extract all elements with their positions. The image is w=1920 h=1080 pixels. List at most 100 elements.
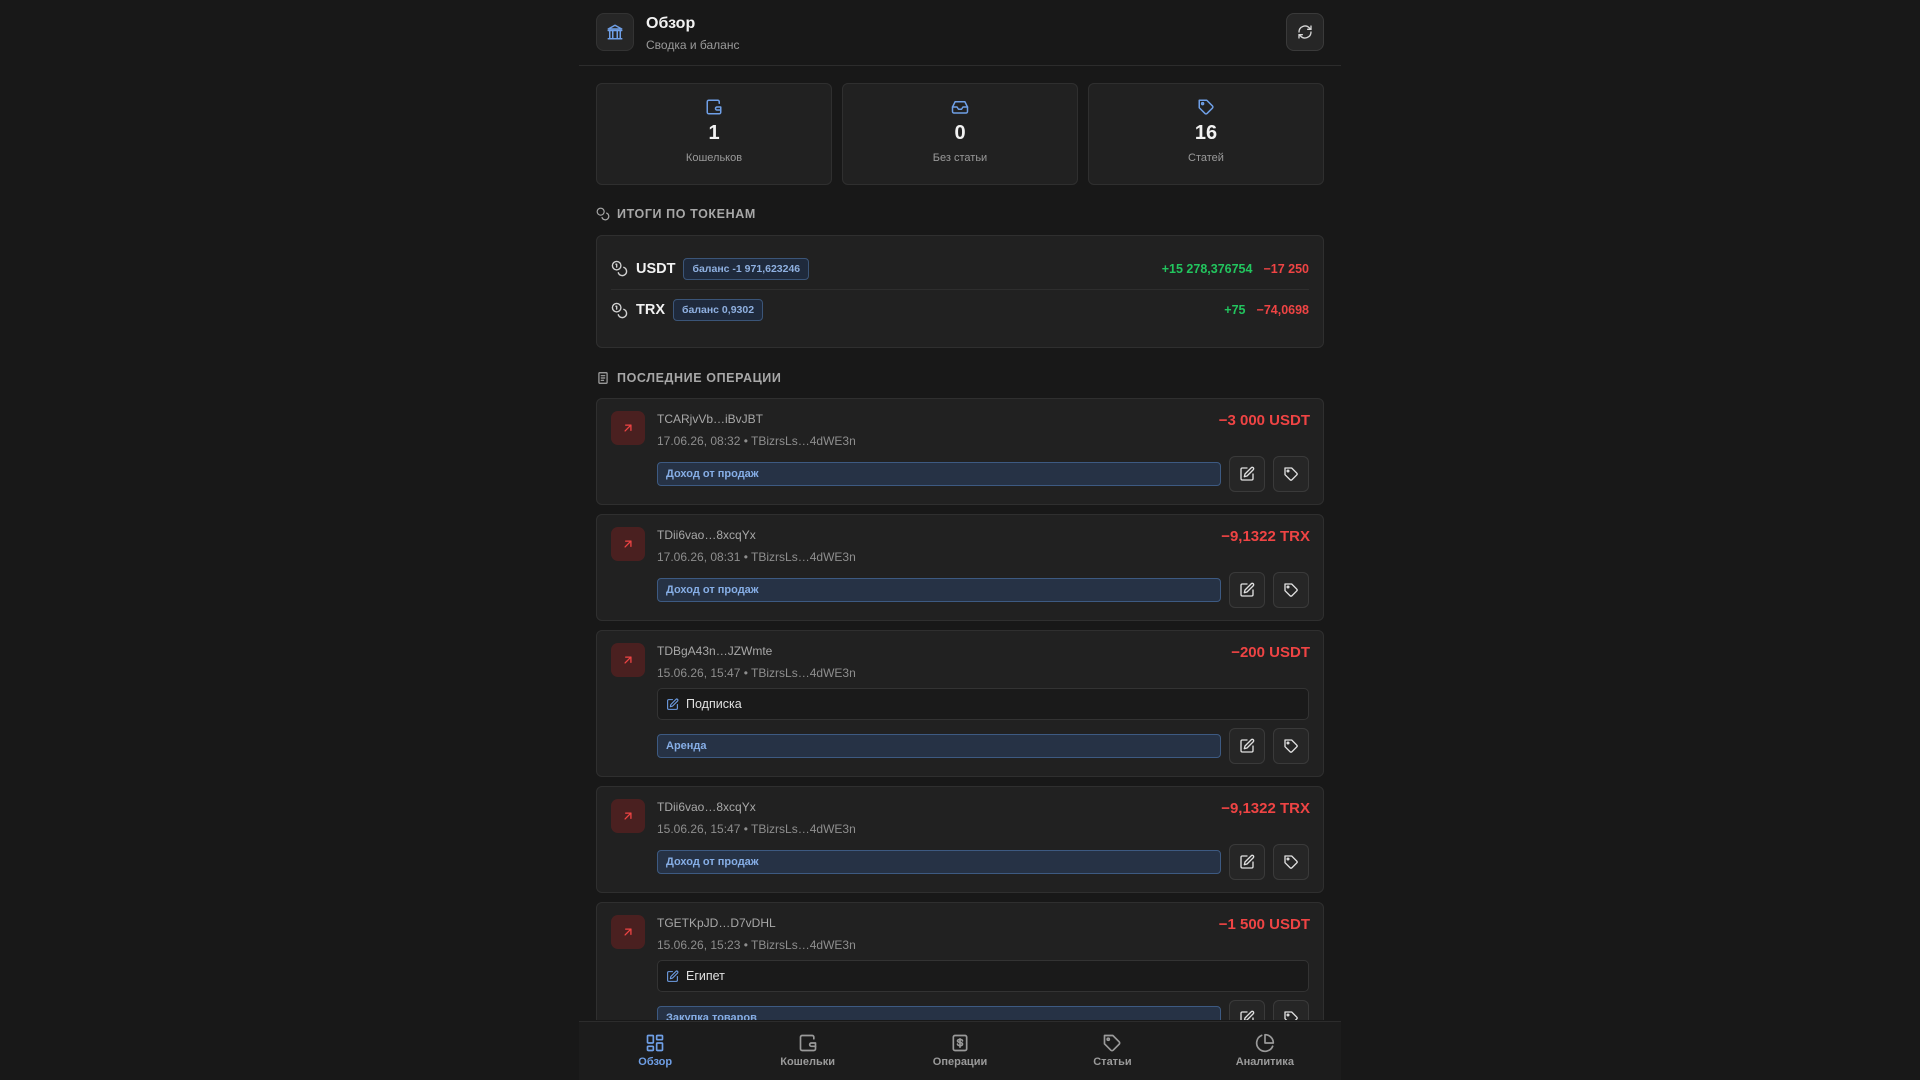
token-row: USDT баланс -1 971,623246 +15 278,376754… — [611, 248, 1309, 289]
stat-card-categories: 16 Статей — [1088, 83, 1324, 185]
coins-icon — [611, 260, 628, 277]
operation-card[interactable]: TDBgA43n…JZWmte 15.06.26, 15:47 • TBizrs… — [596, 630, 1324, 777]
set-category-button[interactable] — [1273, 728, 1309, 764]
stat-card-wallets: 1 Кошельков — [596, 83, 832, 185]
stats-row: 1 Кошельков 0 Без статьи 16 Статей — [596, 83, 1324, 185]
token-balance-badge: баланс -1 971,623246 — [683, 257, 810, 280]
operation-category[interactable]: Аренда — [657, 734, 1221, 758]
token-expense: −74,0698 — [1256, 303, 1309, 317]
nav-item-operations[interactable]: Операции — [884, 1022, 1036, 1080]
operation-hash: TCARjvVb…iBvJBT — [657, 412, 764, 426]
refresh-icon — [1298, 25, 1312, 39]
operation-meta: 15.06.26, 15:47 • TBizrsLs…4dWE3n — [657, 666, 856, 680]
edit-icon — [1240, 466, 1255, 481]
operations-list: TCARjvVb…iBvJBT 17.06.26, 08:32 • TBizrs… — [596, 398, 1324, 1020]
outgoing-arrow-icon — [611, 527, 645, 561]
nav-item-analytics[interactable]: Аналитика — [1189, 1022, 1341, 1080]
tag-icon — [1104, 1034, 1121, 1052]
refresh-button[interactable] — [1286, 13, 1324, 51]
stat-label: Статей — [1188, 152, 1224, 164]
edit-icon — [667, 970, 679, 982]
operation-category[interactable]: Доход от продаж — [657, 578, 1221, 602]
outgoing-arrow-icon — [611, 799, 645, 833]
nav-label: Обзор — [638, 1056, 673, 1068]
operation-hash: TDii6vao…8xcqYx — [657, 800, 756, 814]
token-income: +75 — [1224, 303, 1246, 317]
edit-button[interactable] — [1229, 456, 1265, 492]
operation-amount: −9,1322 TRX — [1221, 528, 1310, 545]
tag-icon — [1198, 99, 1214, 115]
edit-button[interactable] — [1229, 1000, 1265, 1020]
operation-meta: 15.06.26, 15:47 • TBizrsLs…4dWE3n — [657, 822, 856, 836]
operation-category[interactable]: Доход от продаж — [657, 462, 1221, 486]
page-subtitle: Сводка и баланс — [646, 38, 740, 52]
edit-button[interactable] — [1229, 844, 1265, 880]
stat-value: 0 — [954, 122, 966, 144]
tag-icon — [1284, 739, 1298, 753]
edit-button[interactable] — [1229, 728, 1265, 764]
edit-button[interactable] — [1229, 572, 1265, 608]
tag-icon — [1284, 1011, 1298, 1020]
wallet-icon — [706, 99, 722, 115]
edit-icon — [1240, 582, 1255, 597]
token-row: TRX баланс 0,9302 +75 −74,0698 — [611, 289, 1309, 330]
pie-chart-icon — [1255, 1033, 1274, 1053]
operation-meta: 17.06.26, 08:31 • TBizrsLs…4dWE3n — [657, 550, 856, 564]
operation-amount: −9,1322 TRX — [1221, 800, 1310, 817]
edit-icon — [1240, 854, 1255, 869]
nav-item-categories[interactable]: Статьи — [1036, 1022, 1188, 1080]
operation-card[interactable]: TDii6vao…8xcqYx 15.06.26, 15:47 • TBizrs… — [596, 786, 1324, 893]
set-category-button[interactable] — [1273, 844, 1309, 880]
tag-icon — [1284, 855, 1298, 869]
operation-card[interactable]: TCARjvVb…iBvJBT 17.06.26, 08:32 • TBizrs… — [596, 398, 1324, 505]
operation-meta: 17.06.26, 08:32 • TBizrsLs…4dWE3n — [657, 434, 856, 448]
bottom-nav: Обзор Кошельки Операции Статьи Аналитика — [579, 1021, 1341, 1080]
stat-label: Без статьи — [932, 152, 988, 164]
tag-icon — [1284, 467, 1298, 481]
page-title: Обзор — [646, 15, 696, 32]
outgoing-arrow-icon — [611, 915, 645, 949]
receipt-icon — [598, 372, 608, 384]
nav-label: Кошельки — [780, 1056, 835, 1068]
operation-card[interactable]: TGETKpJD…D7vDHL 15.06.26, 15:23 • TBizrs… — [596, 902, 1324, 1020]
nav-item-wallets[interactable]: Кошельки — [731, 1022, 883, 1080]
edit-icon — [1240, 1010, 1255, 1020]
operation-amount: −1 500 USDT — [1218, 916, 1310, 933]
set-category-button[interactable] — [1273, 1000, 1309, 1020]
tokens-card: USDT баланс -1 971,623246 +15 278,376754… — [596, 235, 1324, 348]
operation-amount: −200 USDT — [1231, 644, 1310, 661]
coins-icon — [611, 302, 628, 318]
nav-item-overview[interactable]: Обзор — [579, 1022, 731, 1080]
operation-note[interactable]: Подписка — [657, 688, 1309, 720]
stat-card-uncategorized: 0 Без статьи — [842, 83, 1078, 185]
operation-card[interactable]: TDii6vao…8xcqYx 17.06.26, 08:31 • TBizrs… — [596, 514, 1324, 621]
operation-hash: TDii6vao…8xcqYx — [657, 528, 756, 542]
app: Обзор Сводка и баланс 1 Кошельков 0 Без … — [579, 0, 1341, 1080]
receipt-icon — [952, 1034, 968, 1052]
edit-icon — [1240, 738, 1255, 753]
set-category-button[interactable] — [1273, 456, 1309, 492]
tag-icon — [1284, 583, 1298, 597]
section-title-text: ИТОГИ ПО ТОКЕНАМ — [617, 207, 756, 221]
operation-note[interactable]: Египет — [657, 960, 1309, 992]
token-balance-badge: баланс 0,9302 — [673, 299, 764, 321]
operation-hash: TDBgA43n…JZWmte — [657, 644, 773, 658]
outgoing-arrow-icon — [611, 643, 645, 677]
bank-icon — [596, 13, 634, 51]
token-name: USDT — [636, 260, 676, 277]
wallet-icon — [799, 1034, 816, 1052]
edit-icon — [667, 698, 679, 710]
dashboard-icon — [646, 1034, 664, 1052]
stat-value: 16 — [1194, 122, 1218, 144]
set-category-button[interactable] — [1273, 572, 1309, 608]
nav-label: Аналитика — [1235, 1056, 1294, 1068]
operation-note-text: Подписка — [686, 697, 742, 711]
stat-value: 1 — [708, 122, 720, 144]
operations-section-title: ПОСЛЕДНИЕ ОПЕРАЦИИ — [596, 371, 781, 385]
coins-icon — [596, 207, 610, 221]
operation-category[interactable]: Закупка товаров — [657, 1006, 1221, 1020]
operation-category[interactable]: Доход от продаж — [657, 850, 1221, 874]
section-title-text: ПОСЛЕДНИЕ ОПЕРАЦИИ — [617, 371, 782, 385]
outgoing-arrow-icon — [611, 411, 645, 445]
nav-label: Операции — [932, 1056, 988, 1068]
